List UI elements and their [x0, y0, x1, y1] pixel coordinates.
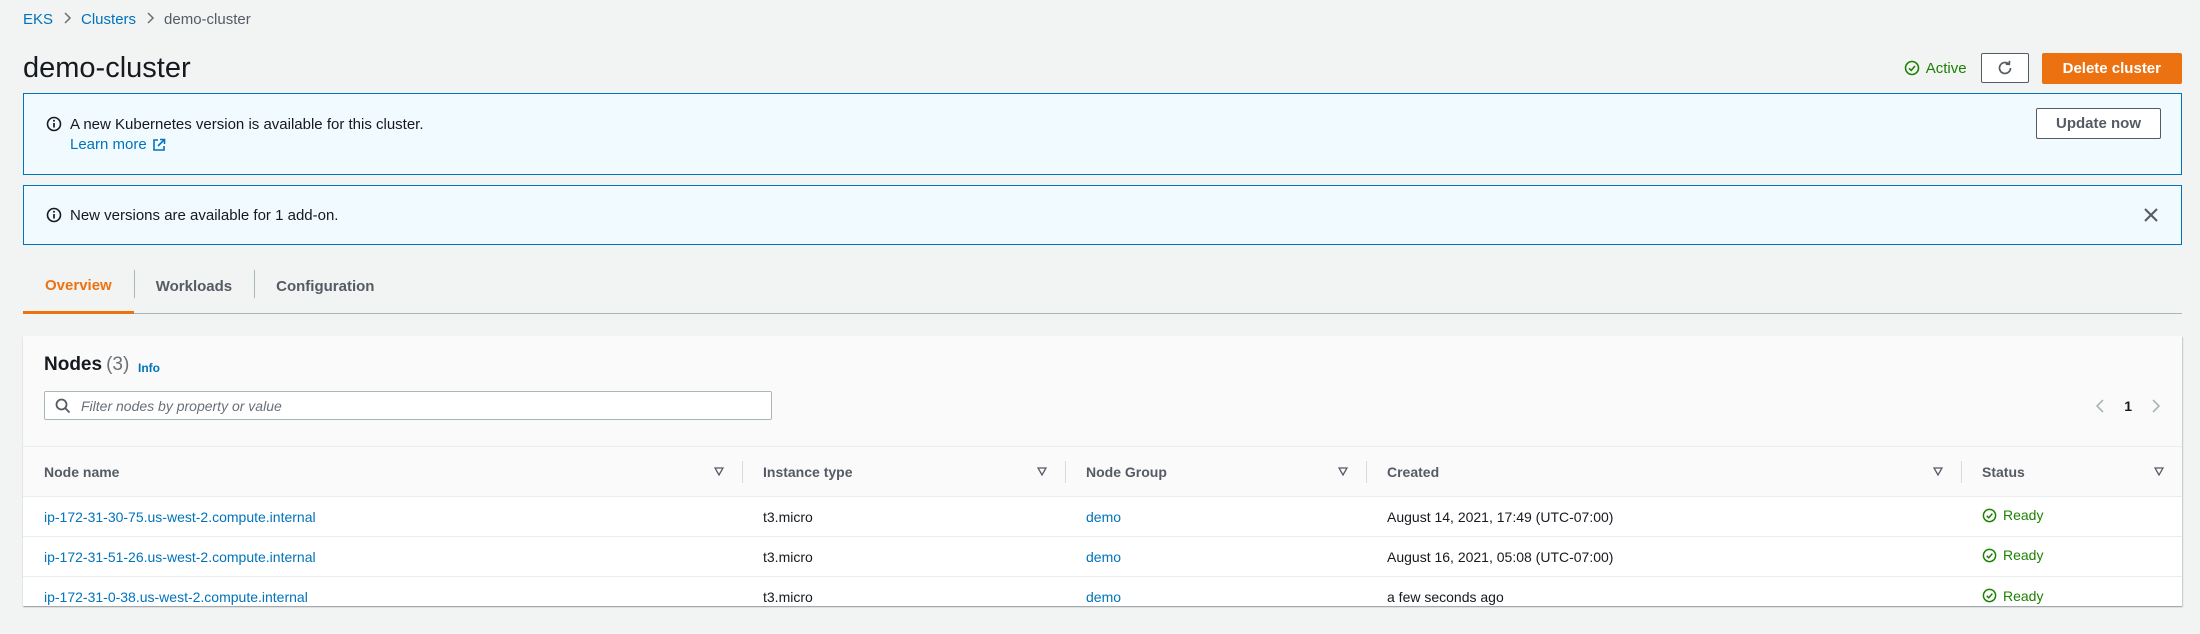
alert-message: New versions are available for 1 add-on.	[70, 207, 339, 224]
tab-label: Configuration	[276, 278, 375, 295]
instance-type-cell: t3.micro	[763, 588, 813, 605]
table-row: ip-172-31-30-75.us-west-2.compute.intern…	[23, 496, 2182, 537]
breadcrumb-clusters[interactable]: Clusters	[81, 11, 136, 28]
tab-configuration[interactable]: Configuration	[254, 264, 396, 313]
status-indicator: Ready	[1982, 507, 2043, 523]
instance-type-cell: t3.micro	[742, 496, 1065, 537]
sort-icon	[1933, 467, 1943, 476]
table-row: ip-172-31-51-26.us-west-2.compute.intern…	[23, 536, 2182, 577]
external-link-icon	[152, 138, 166, 152]
node-group-cell: demo	[1065, 536, 1366, 577]
page-number[interactable]: 1	[2124, 398, 2132, 414]
status-cell: Ready	[1961, 496, 2182, 537]
status-badge: Active	[1904, 60, 1967, 77]
node-name-link[interactable]: ip-172-31-0-38.us-west-2.compute.interna…	[44, 589, 308, 605]
page-title: demo-cluster	[23, 52, 191, 84]
filter-nodes-field[interactable]	[44, 391, 772, 420]
status-label: Ready	[2003, 507, 2044, 524]
chevron-right-icon	[53, 11, 81, 28]
search-icon	[55, 398, 71, 414]
chevron-right-icon	[2151, 398, 2161, 414]
previous-page-button[interactable]	[2092, 396, 2108, 416]
refresh-button[interactable]	[1980, 53, 2029, 83]
learn-more-label: Learn more	[70, 136, 147, 153]
column-header-node-name[interactable]: Node name	[23, 446, 742, 497]
status-label: Ready	[2003, 587, 2044, 604]
sort-icon	[2154, 467, 2164, 476]
node-name-link[interactable]: ip-172-31-30-75.us-west-2.compute.intern…	[44, 509, 316, 525]
filter-nodes-input[interactable]	[81, 397, 761, 414]
column-header-status[interactable]: Status	[1961, 446, 2182, 497]
column-header-label: Instance type	[763, 463, 853, 480]
column-header-instance-type[interactable]: Instance type	[742, 446, 1065, 497]
node-group-link[interactable]: demo	[1086, 589, 1121, 605]
next-page-button[interactable]	[2148, 396, 2164, 416]
close-icon	[2143, 207, 2159, 223]
breadcrumb-eks[interactable]: EKS	[23, 11, 53, 28]
dismiss-alert-button[interactable]	[2141, 205, 2161, 225]
delete-cluster-button[interactable]: Delete cluster	[2041, 52, 2182, 84]
column-header-label: Created	[1387, 463, 1440, 480]
kubernetes-version-alert: A new Kubernetes version is available fo…	[23, 93, 2182, 175]
node-name-link[interactable]: ip-172-31-51-26.us-west-2.compute.intern…	[44, 549, 316, 565]
sort-icon	[1338, 467, 1348, 476]
created-cell: a few seconds ago	[1387, 588, 1504, 605]
check-circle-icon	[1982, 548, 1997, 563]
status-indicator: Ready	[1982, 588, 2043, 604]
learn-more-link[interactable]: Learn more	[70, 136, 166, 153]
created-cell: August 14, 2021, 17:49 (UTC-07:00)	[1366, 496, 1961, 537]
sort-icon	[1037, 467, 1047, 476]
node-group-cell: demo	[1065, 577, 1366, 617]
node-name-cell: ip-172-31-0-38.us-west-2.compute.interna…	[23, 577, 742, 617]
column-header-created[interactable]: Created	[1366, 446, 1961, 497]
update-now-button[interactable]: Update now	[2036, 108, 2161, 139]
tab-list: Overview Workloads Configuration	[23, 264, 2182, 314]
info-icon	[46, 207, 62, 223]
status-cell: Ready	[1961, 577, 2182, 617]
refresh-icon	[1996, 59, 2014, 77]
check-circle-icon	[1982, 588, 1997, 603]
status-cell: Ready	[1961, 536, 2182, 577]
column-header-node-group[interactable]: Node Group	[1065, 446, 1366, 497]
nodes-table: Node name Instance type Node Group Creat…	[23, 446, 2182, 617]
column-header-label: Node name	[44, 463, 120, 480]
page: EKS Clusters demo-cluster demo-cluster A…	[0, 0, 2200, 634]
chevron-right-icon	[136, 11, 164, 28]
alert-message: A new Kubernetes version is available fo…	[70, 116, 424, 133]
chevron-left-icon	[2095, 398, 2105, 414]
table-header-row: Node name Instance type Node Group Creat…	[23, 446, 2182, 497]
tab-overview[interactable]: Overview	[23, 264, 134, 314]
breadcrumb: EKS Clusters demo-cluster	[23, 9, 251, 29]
header-actions: Active Delete cluster	[1904, 52, 2182, 84]
status-label: Active	[1925, 59, 1967, 77]
check-circle-icon	[1982, 508, 1997, 523]
status-label: Ready	[2003, 547, 2044, 564]
instance-type-cell: t3.micro	[742, 536, 1065, 577]
table-row: ip-172-31-0-38.us-west-2.compute.interna…	[23, 577, 2182, 617]
node-group-cell: demo	[1065, 496, 1366, 537]
info-link[interactable]: Info	[138, 361, 160, 375]
nodes-title-label: Nodes	[44, 354, 103, 375]
pagination: 1	[2092, 396, 2164, 416]
column-header-label: Node Group	[1086, 463, 1167, 480]
nodes-count: (3)	[106, 354, 130, 375]
breadcrumb-current: demo-cluster	[164, 10, 251, 28]
nodes-title: Nodes (3)	[44, 354, 129, 376]
node-name-cell: ip-172-31-30-75.us-west-2.compute.intern…	[23, 496, 742, 537]
tab-label: Workloads	[155, 278, 233, 295]
check-circle-icon	[1904, 60, 1920, 76]
addon-version-alert: New versions are available for 1 add-on.	[23, 185, 2182, 245]
sort-icon	[714, 467, 724, 476]
tab-workloads[interactable]: Workloads	[133, 264, 254, 313]
info-icon	[46, 116, 62, 132]
node-name-cell: ip-172-31-51-26.us-west-2.compute.intern…	[23, 536, 742, 577]
node-group-link[interactable]: demo	[1086, 549, 1121, 565]
nodes-panel: Nodes(3) Info 1	[23, 336, 2182, 606]
status-indicator: Ready	[1982, 547, 2043, 563]
column-header-label: Status	[1982, 463, 2025, 480]
created-cell: August 16, 2021, 05:08 (UTC-07:00)	[1366, 536, 1961, 577]
node-group-link[interactable]: demo	[1086, 509, 1121, 525]
nodes-panel-header: Nodes(3) Info 1	[23, 336, 2182, 446]
tab-label: Overview	[45, 277, 112, 294]
